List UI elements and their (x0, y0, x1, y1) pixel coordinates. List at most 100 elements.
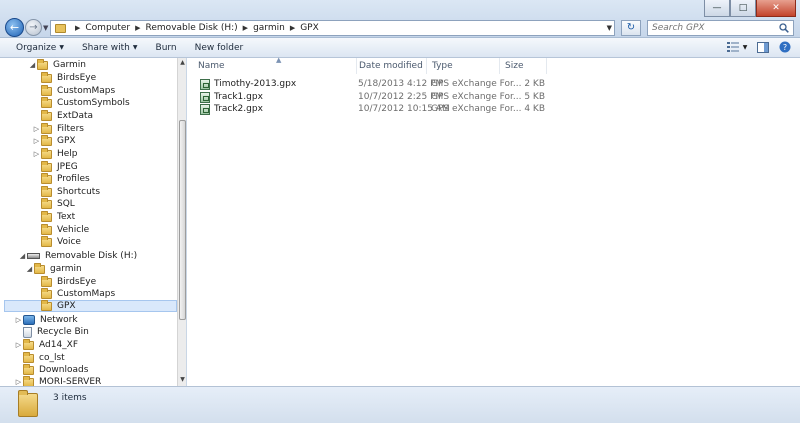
breadcrumb-gpx[interactable]: GPX (300, 23, 319, 33)
chevron-right-icon[interactable]: ▶ (243, 24, 248, 32)
expand-arrow-icon[interactable]: ▷ (14, 341, 23, 349)
chevron-down-icon: ▼ (59, 44, 64, 51)
tree-item-customsymbols[interactable]: CustomSymbols (32, 96, 130, 109)
folder-icon (41, 96, 52, 108)
tree-item-gpx[interactable]: ▷ GPX (32, 134, 76, 147)
minimize-button[interactable]: — (704, 0, 730, 17)
tree-item-label: Text (57, 212, 76, 222)
tree-item-disk-custommaps[interactable]: CustomMaps (32, 287, 115, 300)
change-view-button[interactable] (726, 41, 740, 53)
collapse-arrow-icon[interactable]: ◢ (28, 61, 37, 69)
tree-item-label: CustomSymbols (57, 98, 130, 108)
breadcrumb-removable-disk[interactable]: Removable Disk (H:) (146, 23, 238, 33)
address-bar[interactable]: ▶ Computer ▶ Removable Disk (H:) ▶ garmi… (50, 20, 615, 36)
tree-item-vehicle[interactable]: Vehicle (32, 223, 90, 236)
breadcrumb-computer[interactable]: Computer (85, 23, 130, 33)
tree-item-garmin[interactable]: ◢ Garmin (28, 58, 86, 71)
scroll-down-icon[interactable]: ▼ (178, 376, 187, 383)
tree-item-filters[interactable]: ▷ Filters (32, 122, 84, 135)
recent-pages-dropdown[interactable]: ▼ (43, 24, 48, 32)
preview-pane-icon (757, 41, 769, 53)
share-with-button[interactable]: Share with ▼ (82, 43, 138, 53)
close-button[interactable]: ✕ (756, 0, 796, 17)
breadcrumb-garmin[interactable]: garmin (253, 23, 285, 33)
tree-item-shortcuts[interactable]: Shortcuts (32, 185, 100, 198)
preview-pane-button[interactable] (756, 41, 770, 53)
scroll-up-icon[interactable]: ▲ (178, 59, 187, 66)
column-header-size[interactable]: Size (499, 58, 547, 74)
collapse-arrow-icon[interactable]: ◢ (25, 265, 34, 273)
expand-arrow-icon[interactable]: ▷ (32, 150, 41, 158)
organize-button[interactable]: Organize ▼ (16, 43, 64, 53)
folder-icon (23, 375, 34, 386)
folder-icon (41, 122, 52, 134)
tree-item-disk-birdseye[interactable]: BirdsEye (32, 275, 97, 288)
tree-item-mori-server[interactable]: ▷ MORI-SERVER (14, 375, 102, 386)
file-row[interactable]: Track1.gpx 10/7/2012 2:25 PM GPS eXchang… (187, 91, 587, 103)
chevron-right-icon[interactable]: ▶ (290, 24, 295, 32)
search-box[interactable] (647, 20, 794, 36)
tree-item-co-lst[interactable]: co_lst (14, 351, 65, 364)
column-header-type[interactable]: Type (426, 58, 500, 74)
collapse-arrow-icon[interactable]: ◢ (18, 252, 27, 260)
removable-drive-icon (27, 253, 40, 259)
tree-item-garmin-folder[interactable]: ◢ garmin (25, 262, 82, 275)
tree-item-jpeg[interactable]: JPEG (32, 160, 78, 173)
tree-item-sql[interactable]: SQL (32, 197, 75, 210)
tree-item-help[interactable]: ▷ Help (32, 147, 78, 160)
file-row[interactable]: Track2.gpx 10/7/2012 10:15 AM GPS eXchan… (187, 103, 587, 115)
tree-item-label: Downloads (39, 365, 89, 375)
folder-icon (34, 262, 45, 274)
maximize-button[interactable]: □ (730, 0, 756, 17)
folder-icon (23, 363, 34, 375)
file-name: Timothy-2013.gpx (214, 79, 297, 89)
title-bar: — □ ✕ ← → ▼ ▶ Computer ▶ Removable Disk … (0, 0, 800, 38)
tree-item-recycle-bin[interactable]: Recycle Bin (14, 326, 89, 338)
chevron-down-icon[interactable]: ▼ (607, 24, 612, 32)
folder-icon (41, 197, 52, 209)
tree-item-disk-gpx[interactable]: GPX (4, 299, 177, 312)
tree-item-downloads[interactable]: Downloads (14, 363, 89, 376)
scrollbar-thumb[interactable] (179, 120, 186, 320)
refresh-button[interactable]: ↻ (621, 20, 641, 36)
tree-item-custommaps[interactable]: CustomMaps (32, 84, 115, 97)
folder-icon (55, 23, 66, 33)
search-input[interactable] (652, 23, 777, 33)
burn-button[interactable]: Burn (156, 43, 177, 53)
search-icon[interactable] (779, 23, 789, 33)
chevron-right-icon[interactable]: ▶ (75, 24, 80, 32)
column-header-name[interactable]: ▲ Name (192, 56, 357, 74)
navigation-scrollbar[interactable]: ▲ ▼ (177, 58, 186, 386)
tree-item-network[interactable]: ▷ Network (14, 314, 78, 326)
tree-item-label: Network (40, 315, 78, 325)
forward-button[interactable]: → (25, 19, 42, 36)
folder-icon (41, 71, 52, 83)
tree-item-label: Vehicle (57, 225, 90, 235)
folder-icon (41, 172, 52, 184)
tree-item-label: BirdsEye (57, 277, 97, 287)
tree-item-label: Voice (57, 237, 81, 247)
tree-item-label: MORI-SERVER (39, 377, 102, 386)
expand-arrow-icon[interactable]: ▷ (32, 125, 41, 133)
folder-icon (41, 185, 52, 197)
new-folder-button[interactable]: New folder (195, 43, 244, 53)
help-button[interactable]: ? (778, 41, 792, 53)
tree-item-profiles[interactable]: Profiles (32, 172, 90, 185)
file-row[interactable]: Timothy-2013.gpx 5/18/2013 4:12 PM GPS e… (187, 78, 587, 90)
tree-item-birdseye[interactable]: BirdsEye (32, 71, 96, 84)
folder-icon (41, 299, 52, 311)
back-button[interactable]: ← (5, 18, 24, 37)
tree-item-ad14-xf[interactable]: ▷ Ad14_XF (14, 338, 78, 351)
column-header-date[interactable]: Date modified (353, 58, 427, 74)
tree-item-voice[interactable]: Voice (32, 235, 81, 248)
expand-arrow-icon[interactable]: ▷ (32, 137, 41, 145)
tree-item-removable-disk[interactable]: ◢ Removable Disk (H:) (18, 250, 137, 262)
tree-item-text[interactable]: Text (32, 210, 76, 223)
chevron-right-icon[interactable]: ▶ (135, 24, 140, 32)
tree-item-extdata[interactable]: ExtData (32, 109, 93, 122)
expand-arrow-icon[interactable]: ▷ (14, 378, 23, 386)
expand-arrow-icon[interactable]: ▷ (14, 316, 23, 324)
view-options-dropdown[interactable]: ▼ (742, 41, 748, 53)
file-list: ▲ Name Date modified Type Size Timothy-2… (187, 56, 800, 386)
item-count: 3 items (53, 393, 87, 403)
